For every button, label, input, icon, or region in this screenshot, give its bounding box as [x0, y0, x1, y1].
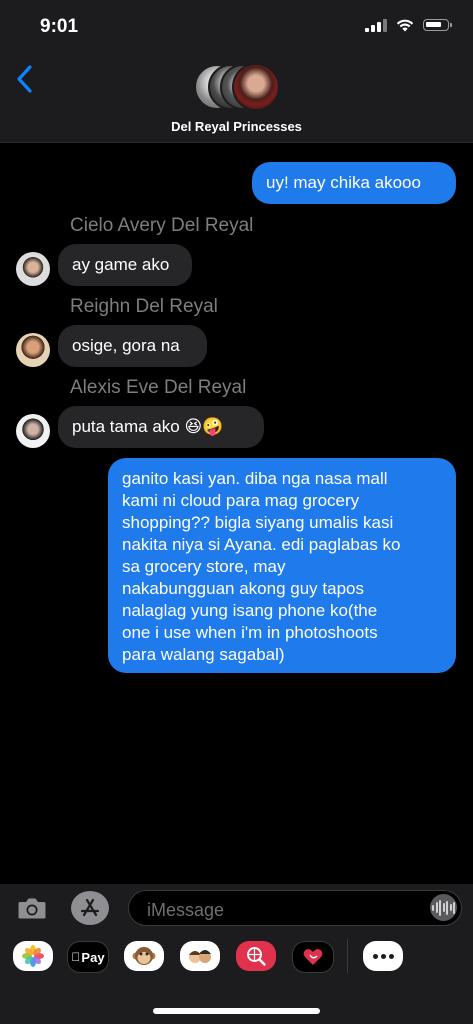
- group-name[interactable]: Del Reyal Princesses: [0, 119, 473, 134]
- photos-icon[interactable]: [13, 941, 53, 971]
- message-line: sa grocery store, may: [122, 557, 286, 576]
- message-line: nalaglag yung isang phone ko(the: [122, 601, 378, 620]
- sender-avatar: [16, 414, 50, 448]
- received-message-bubble[interactable]: osige, gora na: [58, 325, 207, 367]
- status-icons: [365, 18, 452, 32]
- memoji-faces-icon: [189, 950, 211, 963]
- message-line: kami ni cloud para mag grocery: [122, 491, 360, 510]
- heart-touch-icon[interactable]: [292, 941, 334, 973]
- back-chevron-icon[interactable]: [14, 64, 38, 94]
- wifi-icon: [396, 19, 414, 32]
- compose-bar: Pay: [0, 884, 473, 1024]
- message-line: ganito kasi yan. diba nga nasa mall: [122, 469, 388, 488]
- monkey-icon[interactable]: [124, 941, 164, 971]
- app-drawer-divider: [347, 939, 348, 973]
- sender-name: Reighn Del Reyal: [70, 296, 218, 317]
- globe-search-icon[interactable]: [236, 941, 276, 971]
- sender-avatar: [16, 333, 50, 367]
- sender-avatar: [16, 252, 50, 286]
- message-list[interactable]: uy! may chika akooo Cielo Avery Del Reya…: [0, 143, 473, 884]
- magnifier-globe-icon: [247, 947, 266, 966]
- conversation-header: 9:01 Del Reyal Princesses: [0, 0, 473, 143]
- app-store-button[interactable]: [71, 891, 109, 925]
- message-line: one i use when i'm in photoshoots: [122, 623, 378, 642]
- photos-flower-icon: [22, 945, 44, 967]
- sender-name: Alexis Eve Del Reyal: [70, 377, 247, 398]
- message-line: para walang sagabal): [122, 645, 285, 664]
- received-message-bubble[interactable]: puta tama ako 😆🤪: [58, 406, 264, 448]
- sent-message-bubble[interactable]: ganito kasi yan. diba nga nasa mall kami…: [108, 458, 456, 673]
- status-time: 9:01: [40, 16, 79, 37]
- app-drawer: Pay: [0, 939, 473, 977]
- message-line: shopping?? bigla siyang umalis kasi: [122, 513, 394, 532]
- member-avatar: [232, 63, 280, 111]
- received-message-bubble[interactable]: ay game ako: [58, 244, 192, 286]
- message-input-field[interactable]: [128, 890, 462, 926]
- imessage-input[interactable]: [145, 897, 419, 923]
- cellular-signal-icon: [365, 18, 387, 32]
- camera-icon[interactable]: [17, 896, 47, 920]
- memoji-icon[interactable]: [180, 941, 220, 971]
- apple-pay-icon[interactable]: Pay: [67, 941, 109, 973]
- audio-message-icon[interactable]: [430, 894, 457, 921]
- apple-pay-label: Pay: [76, 949, 104, 965]
- sender-name: Cielo Avery Del Reyal: [70, 215, 254, 236]
- sent-message-bubble[interactable]: uy! may chika akooo: [252, 162, 456, 204]
- animoji-monkey-face-icon: [132, 947, 156, 965]
- more-icon[interactable]: [363, 941, 403, 971]
- battery-icon: [423, 19, 452, 31]
- digital-touch-heart-icon: [303, 949, 323, 965]
- home-indicator[interactable]: [153, 1008, 320, 1014]
- message-line: nakita niya si Ayana. edi paglabas ko: [122, 535, 401, 554]
- apple-logo-icon: : [71, 950, 80, 964]
- group-avatar-stack[interactable]: [194, 63, 280, 112]
- message-line: nakabungguan akong guy tapos: [122, 579, 364, 598]
- app-store-icon: [80, 898, 100, 917]
